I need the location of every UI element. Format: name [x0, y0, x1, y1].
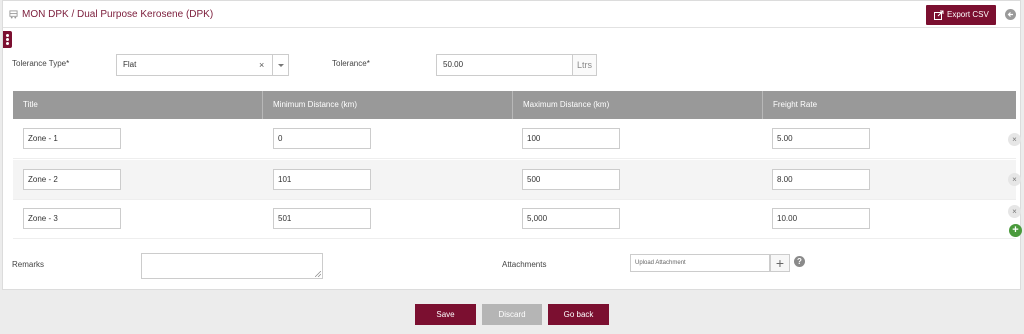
back-arrow-icon[interactable] — [1005, 9, 1016, 20]
table-header: Title Minimum Distance (km) Maximum Dist… — [13, 91, 1016, 119]
attachments-label: Attachments — [502, 260, 547, 269]
min-distance-input[interactable]: 101 — [273, 169, 371, 190]
zone-title-input[interactable]: Zone - 3 — [23, 208, 121, 229]
add-row-icon[interactable]: + — [1009, 224, 1022, 237]
freight-rate-input[interactable]: 8.00 — [772, 169, 870, 190]
resize-grip-icon[interactable] — [315, 271, 321, 277]
export-icon — [934, 10, 944, 20]
column-header-title: Title — [13, 91, 263, 119]
remove-row-icon[interactable]: × — [1008, 205, 1021, 218]
dot-icon — [6, 38, 9, 41]
freight-rate-input[interactable]: 5.00 — [772, 128, 870, 149]
discard-button[interactable]: Discard — [482, 304, 542, 325]
zone-title-input[interactable]: Zone - 2 — [23, 169, 121, 190]
tolerance-type-value: Flat — [123, 60, 137, 69]
column-header-max-distance: Maximum Distance (km) — [513, 91, 763, 119]
remove-row-icon[interactable]: × — [1008, 133, 1021, 146]
plus-icon[interactable]: + — [770, 254, 790, 272]
max-distance-input[interactable]: 500 — [522, 169, 620, 190]
export-csv-label: Export CSV — [947, 10, 989, 19]
save-button[interactable]: Save — [415, 304, 476, 325]
remove-row-icon[interactable]: × — [1008, 173, 1021, 186]
clear-icon[interactable]: × — [259, 55, 264, 75]
freight-rate-input[interactable]: 10.00 — [772, 208, 870, 229]
tolerance-label: Tolerance* — [332, 59, 370, 68]
column-header-freight-rate: Freight Rate — [773, 100, 818, 109]
table-row: Zone - 1 0 100 5.00 × — [13, 119, 1021, 159]
dot-icon — [6, 42, 9, 45]
chevron-down-icon[interactable] — [272, 54, 289, 76]
min-distance-input[interactable]: 0 — [273, 128, 371, 149]
dot-icon — [6, 34, 9, 37]
table-row: Zone - 2 101 500 8.00 × — [13, 160, 1021, 200]
zone-title-input[interactable]: Zone - 1 — [23, 128, 121, 149]
remarks-textarea[interactable] — [141, 253, 323, 279]
max-distance-input[interactable]: 100 — [522, 128, 620, 149]
remarks-label: Remarks — [12, 260, 45, 269]
tolerance-type-label: Tolerance Type* — [12, 59, 70, 68]
max-distance-input[interactable]: 5,000 — [522, 208, 620, 229]
table-row: Zone - 3 501 5,000 10.00 × — [13, 199, 1021, 239]
tolerance-type-select[interactable]: Flat × — [116, 54, 273, 76]
main-panel: MON DPK / Dual Purpose Kerosene (DPK) Ex… — [2, 0, 1022, 290]
page-header: MON DPK / Dual Purpose Kerosene (DPK) Ex… — [3, 1, 1020, 28]
tolerance-input[interactable]: 50.00 — [436, 54, 573, 76]
column-header-min-distance: Minimum Distance (km) — [263, 91, 513, 119]
tolerance-unit: Ltrs — [572, 54, 597, 76]
truck-icon — [9, 10, 18, 19]
help-icon[interactable]: ? — [794, 256, 805, 267]
side-menu-toggle[interactable] — [3, 31, 12, 48]
export-csv-button[interactable]: Export CSV — [926, 5, 996, 25]
page-title: MON DPK / Dual Purpose Kerosene (DPK) — [22, 9, 214, 20]
upload-attachment-input[interactable]: Upload Attachment — [630, 254, 770, 272]
min-distance-input[interactable]: 501 — [273, 208, 371, 229]
go-back-button[interactable]: Go back — [548, 304, 609, 325]
